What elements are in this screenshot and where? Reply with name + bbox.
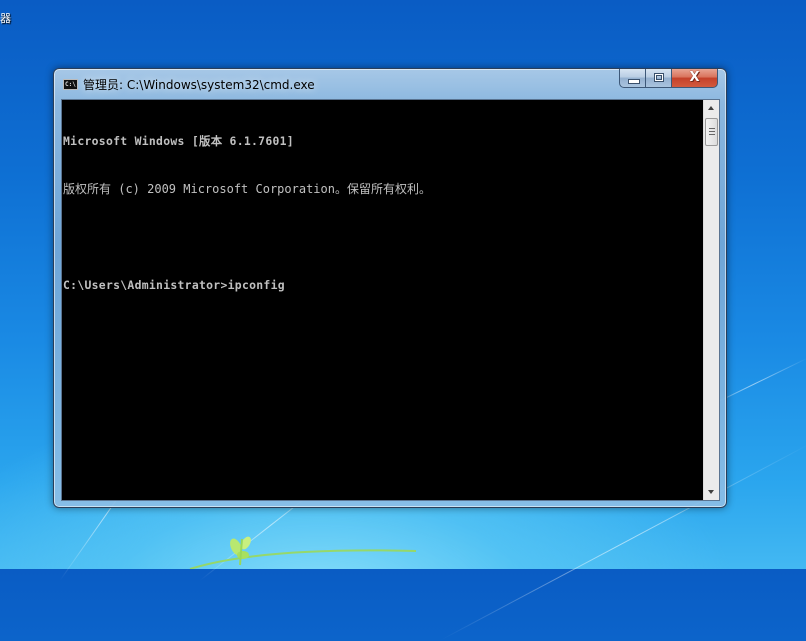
console-output[interactable]: Microsoft Windows [版本 6.1.7601] 版权所有 (c)… <box>62 100 703 500</box>
grip-line <box>709 134 715 135</box>
vertical-scrollbar[interactable] <box>703 100 719 500</box>
minimize-icon <box>628 79 640 84</box>
scroll-up-button[interactable] <box>704 100 720 117</box>
wallpaper-plant <box>189 536 417 569</box>
console-line: Microsoft Windows [版本 6.1.7601] <box>63 134 294 148</box>
grip-line <box>709 128 715 129</box>
cmd-window[interactable]: C:\ 管理员: C:\Windows\system32\cmd.exe X M… <box>53 68 727 508</box>
scrollbar-thumb[interactable] <box>705 118 718 146</box>
maximize-icon <box>654 73 664 82</box>
arrow-up-icon <box>708 106 714 110</box>
console-prompt: C:\Users\Administrator> <box>63 278 228 292</box>
maximize-button[interactable] <box>646 69 672 88</box>
title-bar[interactable]: C:\ 管理员: C:\Windows\system32\cmd.exe X <box>54 69 726 99</box>
desktop-icon-label[interactable]: 器 <box>0 10 11 26</box>
caption-buttons: X <box>619 69 718 89</box>
console-line: 版权所有 (c) 2009 Microsoft Corporation。保留所有… <box>63 182 431 196</box>
console-command: ipconfig <box>227 278 285 292</box>
console-prompt-line[interactable]: C:\Users\Administrator>ipconfig <box>63 277 703 293</box>
cmd-icon[interactable]: C:\ <box>63 79 78 90</box>
close-icon: X <box>689 70 700 85</box>
scroll-down-button[interactable] <box>704 483 720 500</box>
console-client-area: Microsoft Windows [版本 6.1.7601] 版权所有 (c)… <box>61 99 720 501</box>
window-title: 管理员: C:\Windows\system32\cmd.exe <box>83 78 315 92</box>
grip-line <box>709 131 715 132</box>
minimize-button[interactable] <box>619 69 646 88</box>
close-button[interactable]: X <box>672 69 718 88</box>
arrow-down-icon <box>708 490 714 494</box>
